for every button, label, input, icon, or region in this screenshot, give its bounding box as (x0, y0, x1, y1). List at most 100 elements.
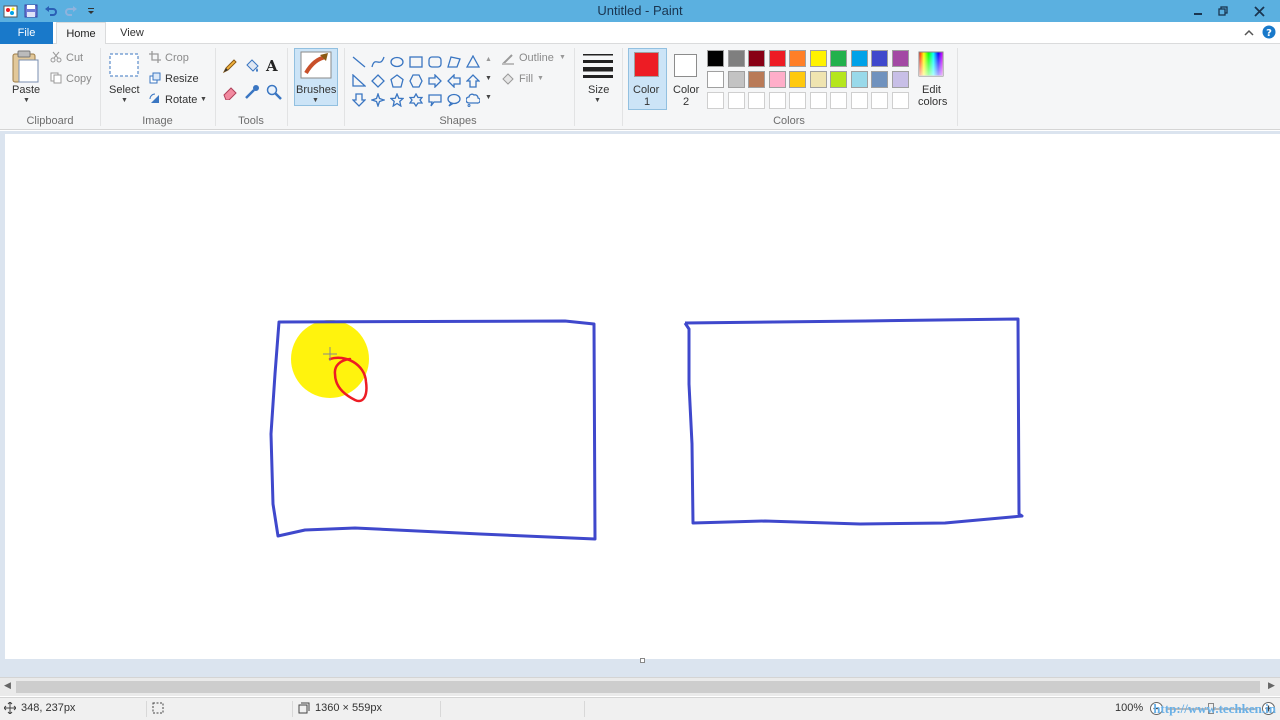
hexagon-shape-icon[interactable] (406, 71, 425, 90)
palette-swatch[interactable] (891, 50, 909, 67)
size-dropdown-icon[interactable]: ▼ (594, 97, 601, 104)
canvas-resize-handle[interactable] (640, 658, 645, 663)
tab-file[interactable]: File (0, 22, 53, 44)
rect-callout-shape-icon[interactable] (425, 90, 444, 109)
left-arrow-shape-icon[interactable] (444, 71, 463, 90)
polygon-shape-icon[interactable] (444, 52, 463, 71)
paste-dropdown-icon[interactable]: ▼ (23, 97, 30, 104)
crop-button[interactable]: Crop (165, 52, 189, 64)
scroll-right-icon[interactable]: ▶ (1268, 680, 1275, 691)
palette-swatch[interactable] (809, 71, 827, 88)
palette-swatch[interactable] (830, 71, 847, 88)
palette-custom-swatch[interactable] (809, 92, 827, 109)
horizontal-scrollbar[interactable]: ◀ ▶ (0, 677, 1280, 696)
line-shape-icon[interactable] (349, 52, 368, 71)
palette-custom-swatch[interactable] (850, 92, 868, 109)
rotate-dropdown-icon[interactable]: ▼ (200, 96, 207, 103)
size-button[interactable] (582, 52, 614, 81)
brushes-dropdown-icon[interactable]: ▼ (312, 97, 319, 104)
copy-button[interactable]: Copy (66, 73, 92, 85)
palette-custom-swatch[interactable] (871, 92, 888, 109)
diamond-shape-icon[interactable] (368, 71, 387, 90)
oval-shape-icon[interactable] (387, 52, 406, 71)
palette-swatch[interactable] (809, 50, 827, 67)
shapes-scroll-down-icon[interactable]: ▼ (485, 75, 492, 82)
paint-app-icon[interactable] (2, 3, 19, 20)
selection-size (152, 702, 164, 714)
undo-icon[interactable] (42, 3, 59, 20)
rotate-button[interactable]: Rotate (165, 94, 197, 106)
scroll-left-icon[interactable]: ◀ (4, 680, 11, 691)
palette-swatch[interactable] (789, 71, 806, 88)
shapes-scroll-up-icon[interactable]: ▲ (485, 56, 492, 63)
palette-swatch[interactable] (871, 71, 888, 88)
palette-swatch[interactable] (748, 50, 765, 67)
save-icon[interactable] (22, 3, 39, 20)
resize-button[interactable]: Resize (165, 73, 199, 85)
palette-swatch[interactable] (727, 50, 745, 67)
palette-swatch[interactable] (707, 50, 724, 67)
pentagon-shape-icon[interactable] (387, 71, 406, 90)
triangle-shape-icon[interactable] (463, 52, 482, 71)
up-arrow-shape-icon[interactable] (463, 71, 482, 90)
palette-swatch[interactable] (727, 71, 745, 88)
scroll-thumb[interactable] (16, 681, 1260, 693)
outline-dropdown-icon[interactable]: ▼ (559, 54, 566, 61)
four-point-star-shape-icon[interactable] (368, 90, 387, 109)
palette-custom-swatch[interactable] (830, 92, 847, 109)
paste-button[interactable] (10, 50, 40, 87)
six-point-star-shape-icon[interactable] (406, 90, 425, 109)
palette-custom-swatch[interactable] (768, 92, 786, 109)
down-arrow-shape-icon[interactable] (349, 90, 368, 109)
five-point-star-shape-icon[interactable] (387, 90, 406, 109)
magnifier-icon[interactable] (266, 84, 282, 103)
curve-shape-icon[interactable] (368, 52, 387, 71)
palette-swatch[interactable] (789, 50, 806, 67)
shapes-more-icon[interactable]: ▼ (485, 94, 492, 101)
eraser-icon[interactable] (222, 84, 238, 103)
palette-swatch[interactable] (871, 50, 888, 67)
palette-swatch[interactable] (830, 50, 847, 67)
fill-bucket-icon[interactable] (244, 58, 260, 77)
outline-button[interactable]: Outline (519, 52, 554, 64)
drawing-canvas[interactable] (5, 134, 1280, 659)
palette-swatch[interactable] (768, 71, 786, 88)
palette-swatch[interactable] (850, 50, 868, 67)
palette-custom-swatch[interactable] (789, 92, 806, 109)
pencil-icon[interactable] (222, 58, 238, 77)
right-arrow-shape-icon[interactable] (425, 71, 444, 90)
maximize-button[interactable] (1210, 0, 1236, 22)
cut-button[interactable]: Cut (66, 52, 83, 64)
minimize-button[interactable] (1184, 0, 1212, 22)
palette-swatch[interactable] (768, 50, 786, 67)
redo-icon[interactable] (62, 3, 79, 20)
select-button[interactable] (109, 53, 139, 80)
text-tool-icon[interactable]: A (266, 57, 278, 75)
palette-custom-swatch[interactable] (707, 92, 724, 109)
palette-swatch[interactable] (748, 71, 765, 88)
customize-qat-icon[interactable] (82, 3, 99, 20)
color-picker-icon[interactable] (244, 84, 260, 103)
help-icon[interactable]: ? (1262, 25, 1276, 42)
oval-callout-shape-icon[interactable] (444, 90, 463, 109)
palette-swatch[interactable] (891, 71, 909, 88)
palette-custom-swatch[interactable] (891, 92, 909, 109)
collapse-ribbon-icon[interactable] (1244, 28, 1254, 40)
color2-swatch[interactable] (674, 54, 697, 77)
rounded-rectangle-shape-icon[interactable] (425, 52, 444, 71)
close-button[interactable] (1238, 0, 1280, 22)
edit-colors-icon[interactable] (918, 51, 944, 80)
palette-custom-swatch[interactable] (748, 92, 765, 109)
cloud-callout-shape-icon[interactable] (463, 90, 482, 109)
palette-swatch[interactable] (707, 71, 724, 88)
fill-button[interactable]: Fill (519, 73, 533, 85)
tab-home[interactable]: Home (56, 22, 106, 45)
right-triangle-shape-icon[interactable] (349, 71, 368, 90)
select-dropdown-icon[interactable]: ▼ (121, 97, 128, 104)
fill-dropdown-icon[interactable]: ▼ (537, 75, 544, 82)
palette-swatch[interactable] (850, 71, 868, 88)
tab-view[interactable]: View (110, 22, 154, 44)
rectangle-shape-icon[interactable] (406, 52, 425, 71)
shapes-scroll[interactable]: ▲ ▼ ▼ (484, 52, 493, 110)
palette-custom-swatch[interactable] (727, 92, 745, 109)
